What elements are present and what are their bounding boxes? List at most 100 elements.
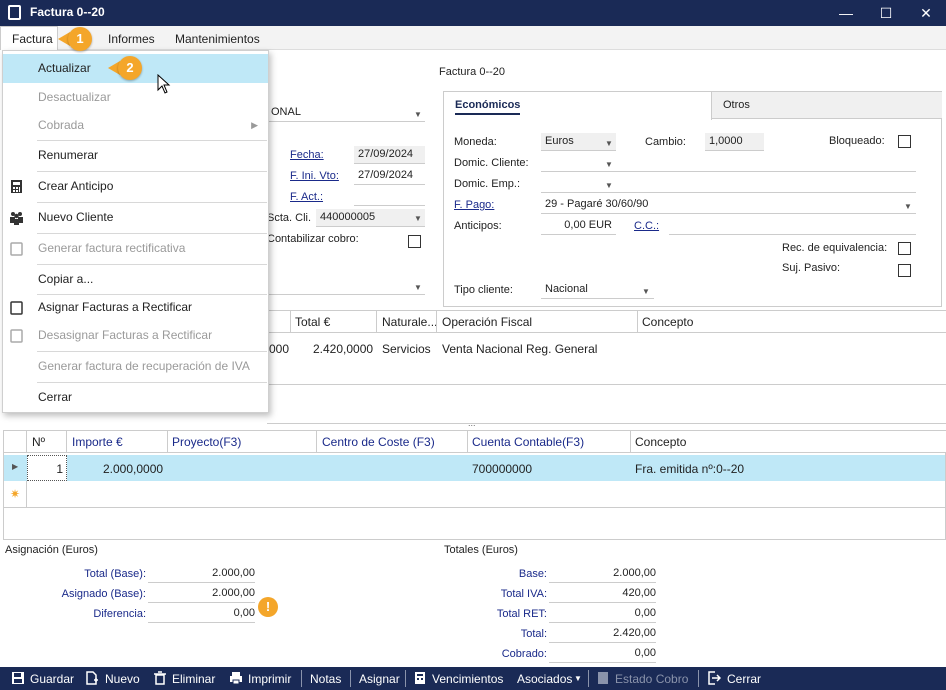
document-icon bbox=[10, 329, 23, 343]
menu-item-recuperacion-iva: Generar factura de recuperación de IVA bbox=[3, 352, 268, 381]
menu-item-renumerar[interactable]: Renumerar bbox=[3, 141, 268, 170]
cell-numero: 1 bbox=[56, 462, 63, 476]
menu-item-asignar-facturas[interactable]: Asignar Facturas a Rectificar bbox=[3, 293, 268, 322]
window-title: Factura 0--20 bbox=[30, 5, 105, 19]
toolbar-separator bbox=[405, 670, 406, 687]
rec-equivalencia-checkbox[interactable] bbox=[898, 242, 911, 255]
cc-label[interactable]: C.C.: bbox=[634, 220, 659, 232]
fpago-label[interactable]: F. Pago: bbox=[454, 199, 494, 211]
cerrar-button[interactable]: Cerrar bbox=[727, 672, 761, 686]
new-row[interactable]: ✷ bbox=[4, 481, 945, 508]
anticipos-field[interactable]: 0,00 EUR bbox=[541, 217, 616, 235]
col-concepto[interactable]: Concepto bbox=[635, 435, 686, 449]
anticipos-label: Anticipos: bbox=[454, 220, 502, 232]
suj-pasivo-checkbox[interactable] bbox=[898, 264, 911, 277]
chevron-down-icon: ▼ bbox=[414, 283, 422, 292]
callout-badge-1: 1 bbox=[68, 27, 92, 51]
fact-label[interactable]: F. Act.: bbox=[290, 191, 323, 203]
column-separator bbox=[637, 311, 638, 333]
cell-numero-editor[interactable]: 1 bbox=[27, 455, 67, 481]
bottom-toolbar: Guardar Nuevo Eliminar Imprimir Notas As… bbox=[0, 667, 946, 690]
tipo-cliente-select[interactable]: Nacional bbox=[541, 281, 654, 299]
col-concepto[interactable]: Concepto bbox=[642, 315, 693, 329]
field-line bbox=[616, 192, 916, 193]
total-ret-label: Total RET: bbox=[496, 608, 547, 620]
toolbar-separator bbox=[350, 670, 351, 687]
chevron-down-icon: ▼ bbox=[605, 181, 613, 190]
fini-vto-label[interactable]: F. Ini. Vto: bbox=[290, 170, 339, 182]
minimize-button[interactable]: — bbox=[826, 0, 866, 26]
calculator-icon bbox=[598, 672, 608, 684]
asignar-button[interactable]: Asignar bbox=[359, 672, 400, 686]
eliminar-button[interactable]: Eliminar bbox=[172, 672, 215, 686]
col-proyecto[interactable]: Proyecto(F3) bbox=[172, 435, 241, 449]
calculator-icon bbox=[415, 672, 425, 684]
field-line bbox=[616, 171, 916, 172]
close-button[interactable]: ✕ bbox=[906, 0, 946, 26]
tab-otros[interactable]: Otros bbox=[712, 92, 942, 119]
asignado-base-value: 2.000,00 bbox=[148, 587, 255, 603]
scta-cli-select[interactable]: 440000005 bbox=[316, 209, 425, 227]
imprimir-button[interactable]: Imprimir bbox=[248, 672, 291, 686]
serie-value: ONAL bbox=[271, 106, 301, 118]
menu-item-copiar-a[interactable]: Copiar a... bbox=[3, 265, 268, 294]
col-total[interactable]: Total € bbox=[295, 315, 330, 329]
submenu-arrow-icon: ▶ bbox=[251, 120, 258, 130]
chevron-down-icon: ▼ bbox=[414, 110, 422, 119]
fpago-select[interactable]: 29 - Pagaré 30/60/90 bbox=[541, 196, 916, 214]
col-cuenta-contable[interactable]: Cuenta Contable(F3) bbox=[472, 435, 584, 449]
cambio-field[interactable]: 1,0000 bbox=[705, 133, 764, 151]
moneda-label: Moneda: bbox=[454, 136, 497, 148]
cell-cuenta: 700000000 bbox=[472, 462, 533, 476]
notas-button[interactable]: Notas bbox=[310, 672, 341, 686]
contabilizar-cobro-checkbox[interactable] bbox=[408, 235, 421, 248]
splitter-handle[interactable]: ... bbox=[468, 418, 476, 428]
contabilizar-cobro-label: Contabilizar cobro: bbox=[267, 233, 359, 245]
cell-total: 2.420,0000 bbox=[313, 342, 374, 356]
bloqueado-checkbox[interactable] bbox=[898, 135, 911, 148]
menu-factura[interactable]: Factura bbox=[12, 32, 53, 46]
menu-bar: Factura Informes Mantenimientos bbox=[0, 26, 946, 50]
menu-item-desactualizar: Desactualizar bbox=[3, 83, 268, 112]
menu-item-nuevo-cliente[interactable]: Nuevo Cliente bbox=[3, 203, 268, 232]
fini-vto-field[interactable]: 27/09/2024 bbox=[354, 167, 425, 185]
column-separator bbox=[376, 311, 377, 333]
cobrado-label: Cobrado: bbox=[501, 648, 547, 660]
asociados-dropdown[interactable]: Asociados bbox=[517, 672, 572, 686]
cc-field[interactable] bbox=[669, 217, 916, 235]
toolbar-separator bbox=[301, 670, 302, 687]
menu-item-desasignar-facturas: Desasignar Facturas a Rectificar bbox=[3, 321, 268, 350]
fecha-label[interactable]: Fecha: bbox=[290, 149, 324, 161]
table-row[interactable]: ▶ 1 2.000,0000 700000000 Fra. emitida nº… bbox=[4, 455, 945, 481]
menu-item-crear-anticipo[interactable]: Crear Anticipo bbox=[3, 172, 268, 201]
col-centro-coste[interactable]: Centro de Coste (F3) bbox=[322, 435, 435, 449]
select-field[interactable] bbox=[267, 277, 425, 295]
vencimientos-button[interactable]: Vencimientos bbox=[432, 672, 503, 686]
tab-economicos[interactable]: Económicos bbox=[444, 92, 712, 120]
table-row[interactable]: 000 2.420,0000 Servicios Venta Nacional … bbox=[267, 333, 946, 385]
callout-badge-2: 2 bbox=[118, 56, 142, 80]
maximize-button[interactable]: ☐ bbox=[866, 0, 906, 26]
col-naturaleza[interactable]: Naturale... bbox=[382, 315, 437, 329]
assignment-grid-header: Nº Importe € Proyecto(F3) Centro de Cost… bbox=[4, 431, 946, 453]
menu-mantenimientos[interactable]: Mantenimientos bbox=[175, 32, 260, 46]
menu-item-cerrar[interactable]: Cerrar bbox=[3, 383, 268, 412]
domic-emp-label: Domic. Emp.: bbox=[454, 178, 521, 190]
trash-icon bbox=[154, 671, 166, 685]
cobrado-value: 0,00 bbox=[549, 647, 656, 663]
fecha-field[interactable]: 27/09/2024 bbox=[354, 146, 425, 164]
exit-icon bbox=[708, 671, 721, 685]
menu-item-generar-rectificativa: Generar factura rectificativa bbox=[3, 234, 268, 263]
printer-icon bbox=[230, 672, 242, 685]
serie-select[interactable]: ONAL bbox=[267, 104, 425, 122]
col-numero[interactable]: Nº bbox=[32, 435, 45, 449]
col-operacion-fiscal[interactable]: Operación Fiscal bbox=[442, 315, 532, 329]
save-icon bbox=[12, 672, 24, 684]
asignacion-title: Asignación (Euros) bbox=[5, 544, 98, 556]
menu-informes[interactable]: Informes bbox=[108, 32, 155, 46]
chevron-down-icon: ▼ bbox=[574, 674, 582, 683]
fact-field[interactable] bbox=[354, 188, 425, 206]
guardar-button[interactable]: Guardar bbox=[30, 672, 74, 686]
nuevo-button[interactable]: Nuevo bbox=[105, 672, 140, 686]
col-importe[interactable]: Importe € bbox=[72, 435, 123, 449]
